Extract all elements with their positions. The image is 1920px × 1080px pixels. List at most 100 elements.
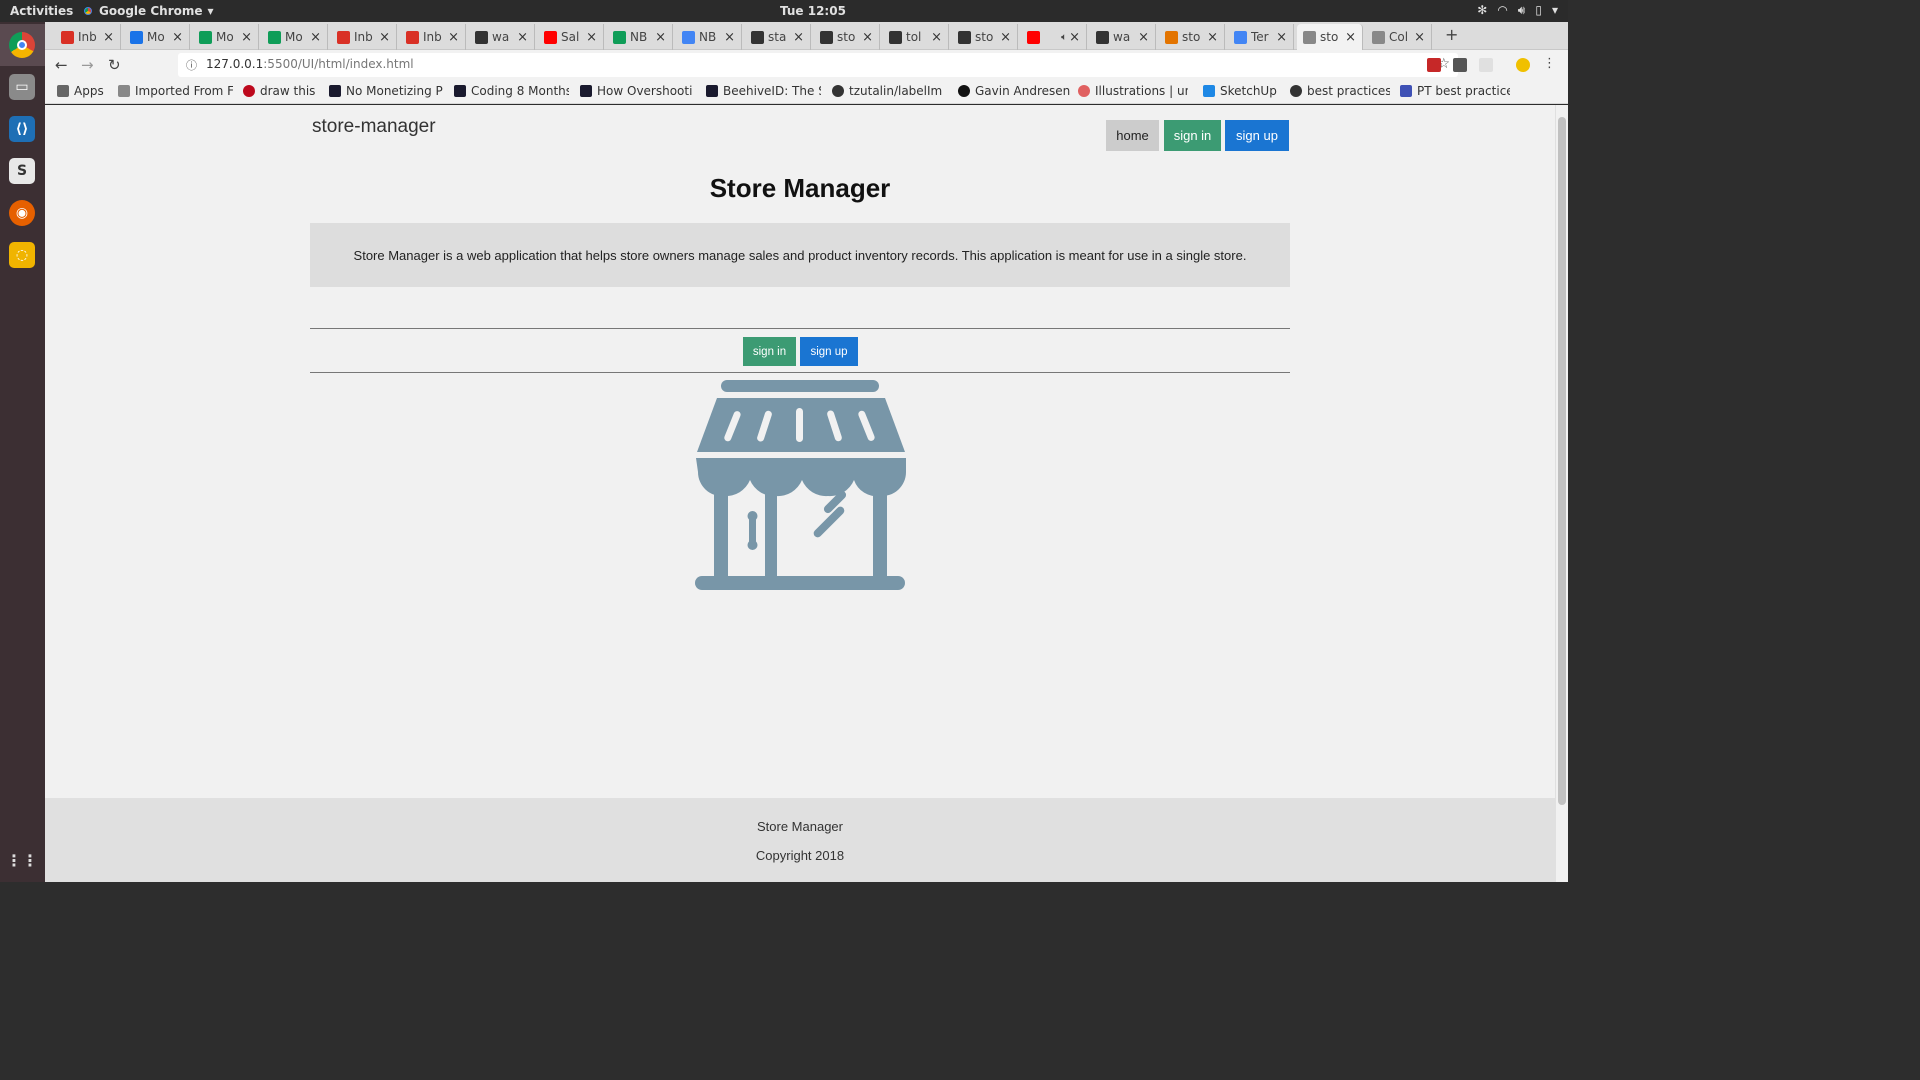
- bookmark-item[interactable]: best practices: [1290, 84, 1390, 98]
- nav-sign-in-button[interactable]: sign in: [1164, 120, 1221, 151]
- browser-tab[interactable]: Col ×: [1366, 24, 1432, 50]
- tab-title: Col: [1389, 30, 1409, 44]
- bookmark-item[interactable]: tzutalin/labelIm: [832, 84, 947, 98]
- system-tray[interactable]: ✻ ◠ 🔊︎ ▯ ▾: [1477, 3, 1558, 18]
- clock[interactable]: Tue 12:05: [780, 4, 846, 18]
- reload-icon[interactable]: ↻: [108, 56, 121, 74]
- profile-avatar[interactable]: [1516, 58, 1530, 72]
- info-icon[interactable]: ⓘ: [186, 57, 197, 73]
- forward-icon[interactable]: →: [81, 56, 94, 74]
- close-icon[interactable]: ×: [1345, 30, 1356, 45]
- settings-icon[interactable]: ✻: [1477, 3, 1487, 18]
- chrome-icon[interactable]: [9, 32, 35, 58]
- bookmark-item[interactable]: Apps: [57, 84, 112, 98]
- browser-tab[interactable]: Mo ×: [193, 24, 259, 50]
- close-icon[interactable]: ×: [310, 30, 321, 45]
- vscode-icon[interactable]: ⟨⟩: [9, 116, 35, 142]
- bookmark-item[interactable]: No Monetizing P: [329, 84, 444, 98]
- close-icon[interactable]: ×: [103, 30, 114, 45]
- extension-icon[interactable]: [1479, 58, 1493, 72]
- audio-playing-icon[interactable]: 🔈︎: [1061, 32, 1067, 43]
- tab-title: sto: [1182, 30, 1201, 44]
- cta-sign-in-button[interactable]: sign in: [743, 337, 796, 366]
- bookmark-item[interactable]: PT best practice: [1400, 84, 1510, 98]
- browser-tab[interactable]: sto ×: [814, 24, 880, 50]
- close-icon[interactable]: ×: [1207, 30, 1218, 45]
- close-icon[interactable]: ×: [1069, 30, 1080, 45]
- browser-tab[interactable]: NB ×: [676, 24, 742, 50]
- bookmark-item[interactable]: Gavin Andresen: [958, 84, 1073, 98]
- close-icon[interactable]: ×: [517, 30, 528, 45]
- menu-icon[interactable]: ⋮: [1543, 56, 1556, 71]
- browser-tab[interactable]: Mo ×: [124, 24, 190, 50]
- scrollbar-thumb[interactable]: [1558, 117, 1566, 805]
- extension-icon[interactable]: [1427, 58, 1441, 72]
- battery-icon: ▯: [1535, 3, 1542, 17]
- bookmark-item[interactable]: SketchUp: [1203, 84, 1283, 98]
- ideas-icon[interactable]: ◌: [9, 242, 35, 268]
- bookmark-item[interactable]: Illustrations | un: [1078, 84, 1188, 98]
- close-icon[interactable]: ×: [1276, 30, 1287, 45]
- browser-toolbar: ← → ↻ ⓘ 127.0.0.1:5500/UI/html/index.htm…: [45, 50, 1568, 80]
- show-apps-icon[interactable]: ⋮⋮: [6, 847, 38, 873]
- bookmark-item[interactable]: draw this: [243, 84, 323, 98]
- close-icon[interactable]: ×: [862, 30, 873, 45]
- browser-tab[interactable]: sto ×: [952, 24, 1018, 50]
- browser-tab[interactable]: Inb ×: [331, 24, 397, 50]
- back-icon[interactable]: ←: [55, 56, 68, 74]
- tab-title: Inb: [354, 30, 373, 44]
- close-icon[interactable]: ×: [724, 30, 735, 45]
- bookmark-item[interactable]: How Overshooti: [580, 84, 695, 98]
- browser-tab[interactable]: sto ×: [1297, 24, 1363, 50]
- browser-tab[interactable]: sto ×: [1159, 24, 1225, 50]
- docs-icon: [1234, 30, 1247, 44]
- tab-title: sto: [975, 30, 994, 44]
- browser-tab[interactable]: Inb ×: [55, 24, 121, 50]
- browser-tab[interactable]: wa ×: [469, 24, 535, 50]
- slack-icon[interactable]: S: [9, 158, 35, 184]
- browser-tab[interactable]: Ter ×: [1228, 24, 1294, 50]
- nav-home-button[interactable]: home: [1106, 120, 1159, 151]
- close-icon[interactable]: ×: [379, 30, 390, 45]
- activities-button[interactable]: Activities: [10, 4, 73, 18]
- tab-title: tol: [906, 30, 922, 44]
- new-tab-button[interactable]: +: [1445, 25, 1458, 44]
- site-brand[interactable]: store-manager: [312, 116, 436, 138]
- wifi-icon: ◠: [1497, 3, 1508, 17]
- browser-tab[interactable]: sta ×: [745, 24, 811, 50]
- close-icon[interactable]: ×: [931, 30, 942, 45]
- browser-tab[interactable]: NB ×: [607, 24, 673, 50]
- browser-tab[interactable]: 🔈︎ ×: [1021, 24, 1087, 50]
- close-icon[interactable]: ×: [1138, 30, 1149, 45]
- bookmark-item[interactable]: BeehiveID: The S: [706, 84, 821, 98]
- bookmark-item[interactable]: Coding 8 Months: [454, 84, 569, 98]
- close-icon[interactable]: ×: [172, 30, 183, 45]
- bookmark-item[interactable]: Imported From F: [118, 84, 233, 98]
- browser-tab[interactable]: tol ×: [883, 24, 949, 50]
- address-bar[interactable]: ⓘ 127.0.0.1:5500/UI/html/index.html ☆: [178, 53, 1458, 77]
- docs-icon: [1400, 85, 1412, 97]
- close-icon[interactable]: ×: [448, 30, 459, 45]
- bookmark-label: Apps: [74, 84, 104, 98]
- files-icon[interactable]: ▭: [9, 74, 35, 100]
- web-page: store-manager home sign in sign up Store…: [45, 105, 1555, 882]
- close-icon[interactable]: ×: [586, 30, 597, 45]
- close-icon[interactable]: ×: [1000, 30, 1011, 45]
- app-menu[interactable]: Google Chrome ▾: [82, 4, 214, 18]
- close-icon[interactable]: ×: [1414, 30, 1425, 45]
- tab-title: sta: [768, 30, 787, 44]
- browser-tab[interactable]: Mo ×: [262, 24, 328, 50]
- extension-icon[interactable]: [1453, 58, 1467, 72]
- browser-tab[interactable]: wa ×: [1090, 24, 1156, 50]
- browser-tab[interactable]: Inb ×: [400, 24, 466, 50]
- page-scrollbar[interactable]: [1555, 105, 1568, 882]
- nav-sign-up-button[interactable]: sign up: [1225, 120, 1289, 151]
- address-url[interactable]: 127.0.0.1:5500/UI/html/index.html: [206, 57, 414, 71]
- close-icon[interactable]: ×: [655, 30, 666, 45]
- github-icon: [1290, 85, 1302, 97]
- browser-tab[interactable]: Sal ×: [538, 24, 604, 50]
- cta-sign-up-button[interactable]: sign up: [800, 337, 858, 366]
- close-icon[interactable]: ×: [241, 30, 252, 45]
- close-icon[interactable]: ×: [793, 30, 804, 45]
- firefox-icon[interactable]: ◉: [9, 200, 35, 226]
